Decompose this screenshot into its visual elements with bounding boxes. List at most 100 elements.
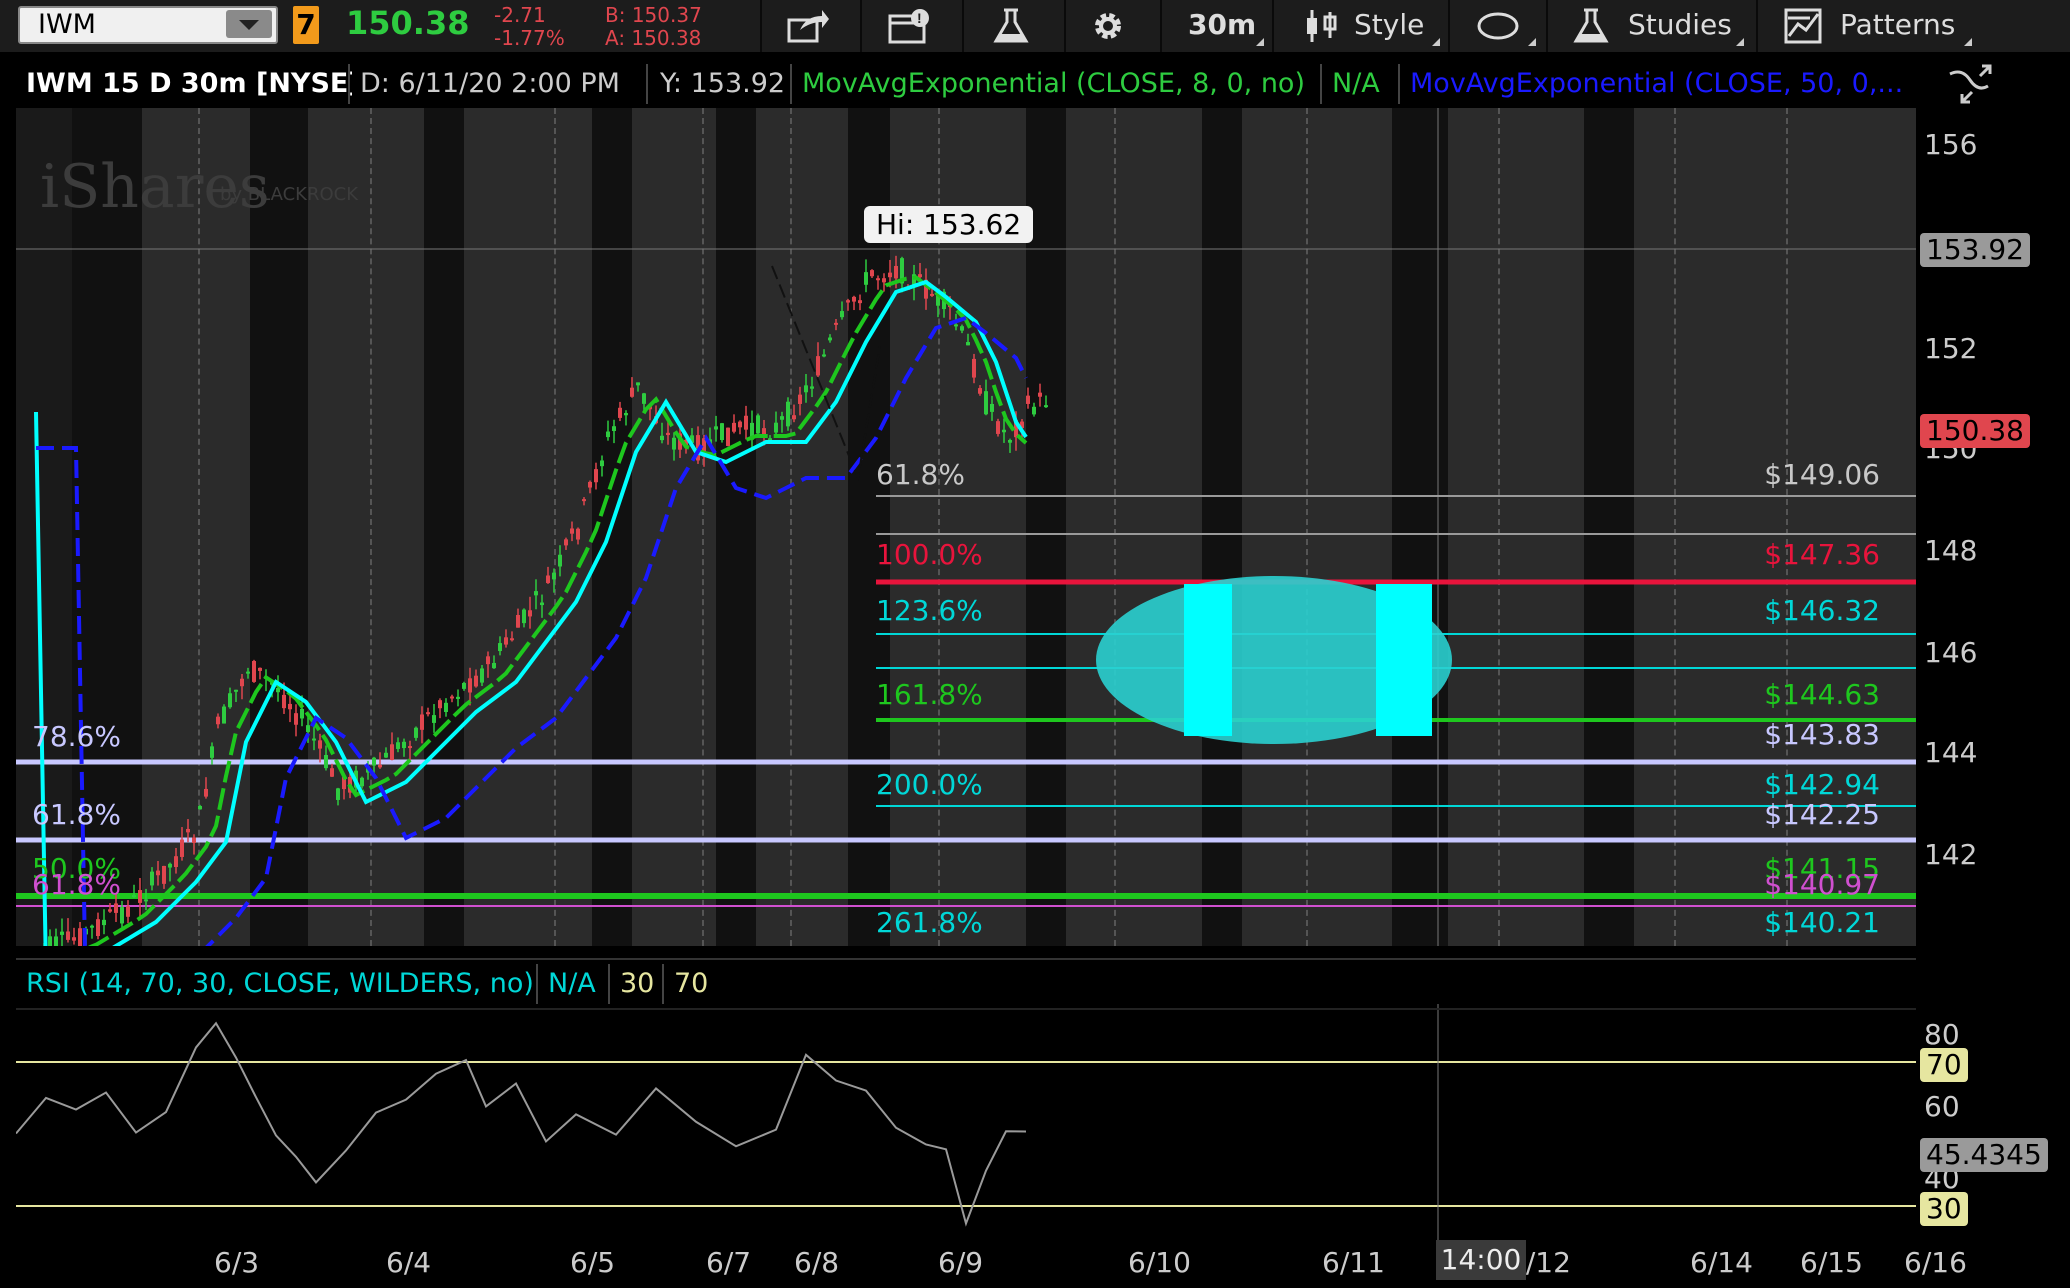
candle-body <box>498 643 502 652</box>
fib-price-label: $147.36 <box>1764 538 1880 571</box>
candle-body <box>210 746 214 758</box>
svg-text:!: ! <box>917 10 922 26</box>
fib-ratio-label: 123.6% <box>876 594 983 627</box>
candle-body <box>192 837 196 843</box>
candle-body <box>594 469 598 483</box>
timeframe-button[interactable]: 30m <box>1188 8 1256 41</box>
candle-body <box>606 431 610 438</box>
candle-body <box>792 415 796 420</box>
time-axis-label: 6/11 <box>1322 1246 1385 1279</box>
cursor-time-tag: 14:00 <box>1436 1240 1526 1280</box>
candle-body <box>120 907 124 924</box>
fib-left-label: 61.8% <box>32 798 121 831</box>
price-axis-tick: 152 <box>1924 332 1978 365</box>
ema8-study-label[interactable]: MovAvgExponential (CLOSE, 8, 0, no) <box>794 62 1313 106</box>
candle-body <box>324 755 328 769</box>
rsi-current-tag: 45.4345 <box>1920 1138 2048 1172</box>
dropdown-corner-icon <box>1736 38 1744 46</box>
fib-ratio-label: 61.8% <box>876 458 965 491</box>
candle-body <box>876 278 880 281</box>
candle-body <box>234 689 238 692</box>
time-axis-label: 6/15 <box>1800 1246 1863 1279</box>
candle-body <box>918 274 922 278</box>
candle-body <box>810 386 814 389</box>
candle-body <box>864 272 868 285</box>
candle-body <box>1032 406 1036 415</box>
fib-price-label: $146.32 <box>1764 594 1880 627</box>
candle-body <box>126 906 130 917</box>
candle-body <box>450 696 454 699</box>
share-icon[interactable] <box>786 8 830 44</box>
flask-icon[interactable] <box>990 8 1034 44</box>
candle-style-icon[interactable] <box>1302 8 1346 44</box>
candle-body <box>408 746 412 749</box>
candle-body <box>1002 429 1006 433</box>
candle-body <box>252 661 256 682</box>
patterns-button[interactable]: Patterns <box>1840 8 1955 41</box>
candle-body <box>618 407 622 418</box>
candle-body <box>288 703 292 710</box>
candle-body <box>966 342 970 346</box>
candle-body <box>438 700 442 709</box>
gear-icon[interactable] <box>1086 8 1130 44</box>
symbol-text: IWM <box>38 9 96 40</box>
header-separator <box>646 64 648 104</box>
candle-body <box>102 919 106 926</box>
candle-body <box>300 708 304 719</box>
candle-body <box>174 856 178 868</box>
candle-body <box>336 788 340 800</box>
expand-collapse-icon[interactable] <box>1944 62 1994 106</box>
candle-body <box>564 539 568 546</box>
candle-body <box>636 382 640 386</box>
cursor-date: D: 6/11/20 2:00 PM <box>352 62 628 106</box>
rsi-study-label[interactable]: RSI (14, 70, 30, CLOSE, WILDERS, no) <box>18 962 542 1006</box>
style-button[interactable]: Style <box>1354 8 1424 41</box>
candle-body <box>990 403 994 412</box>
candle-body <box>396 742 400 749</box>
candle-body <box>552 572 556 580</box>
candle-body <box>624 413 628 416</box>
candle-body <box>528 610 532 617</box>
dropdown-corner-icon <box>1964 38 1972 46</box>
candle-body <box>246 671 250 674</box>
candle-body <box>372 757 376 766</box>
ask-price: A: 150.38 <box>605 26 702 50</box>
fib-price-label: $143.83 <box>1764 718 1880 751</box>
studies-flask-icon[interactable] <box>1570 8 1614 44</box>
candle-body <box>240 678 244 687</box>
active-trader-icon[interactable]: ! <box>888 8 932 44</box>
dropdown-corner-icon <box>1256 38 1264 46</box>
candle-body <box>588 481 592 488</box>
candle-body <box>480 668 484 683</box>
fib-price-label: $142.94 <box>1764 768 1880 801</box>
candle-body <box>840 311 844 318</box>
toolbar-separator <box>1448 0 1450 52</box>
candle-body <box>1038 392 1042 397</box>
candle-body <box>714 426 718 430</box>
candle-body <box>60 931 64 935</box>
candle-body <box>660 435 664 441</box>
rsi-70-tag: 70 <box>1920 1048 1968 1082</box>
fib-left-label: 61.8% <box>32 868 121 901</box>
toolbar-separator <box>1272 0 1274 52</box>
symbol-dropdown-button[interactable] <box>226 10 272 38</box>
candle-body <box>984 391 988 415</box>
fib-ratio-label: 100.0% <box>876 538 983 571</box>
patterns-icon[interactable] <box>1784 8 1828 44</box>
fib-left-label: 78.6% <box>32 720 121 753</box>
net-change: -2.71 <box>494 3 546 27</box>
fib-price-label: $140.21 <box>1764 906 1880 939</box>
ema50-study-label[interactable]: MovAvgExponential (CLOSE, 50, 0,... <box>1402 62 1922 106</box>
price-axis-tick: 148 <box>1924 534 1978 567</box>
candle-body <box>960 326 964 331</box>
candle-body <box>972 358 976 378</box>
studies-button[interactable]: Studies <box>1628 8 1732 41</box>
ellipse-drawing-icon[interactable] <box>1476 8 1520 44</box>
candle-body <box>216 716 220 725</box>
link-badge[interactable]: 7 <box>293 6 319 44</box>
high-callout: Hi: 153.62 <box>864 206 1034 243</box>
candle-body <box>954 324 958 327</box>
candle-body <box>768 438 772 441</box>
candle-body <box>312 738 316 741</box>
fib-ratio-label: 161.8% <box>876 678 983 711</box>
